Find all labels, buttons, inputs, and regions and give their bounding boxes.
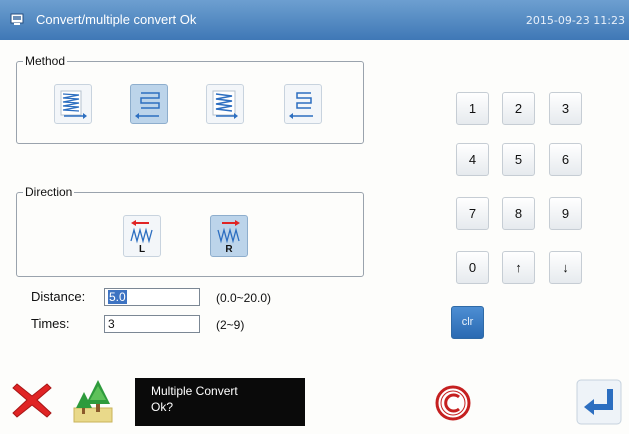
zigzag-tight-icon [212, 90, 238, 119]
tree-icon [73, 380, 113, 423]
method-convert-up-button[interactable] [54, 84, 92, 124]
enter-button[interactable] [576, 379, 622, 425]
message-box: Multiple Convert Ok? [135, 378, 305, 426]
key-2[interactable]: 2 [502, 92, 535, 125]
key-3[interactable]: 3 [549, 92, 582, 125]
key-down[interactable]: ↓ [549, 251, 582, 284]
key-5[interactable]: 5 [502, 143, 535, 176]
times-input[interactable]: 3 [104, 315, 200, 333]
title-bar: Convert/multiple convert Ok 2015-09-23 1… [0, 0, 629, 40]
loop-left-icon [135, 92, 160, 119]
window-title: Convert/multiple convert Ok [36, 12, 197, 27]
copyright-button[interactable] [434, 383, 472, 423]
times-label: Times: [31, 316, 70, 331]
direction-right-icon: R [217, 220, 240, 255]
key-0[interactable]: 0 [456, 251, 489, 284]
direction-left-button[interactable]: L [123, 215, 161, 257]
direction-label: Direction [25, 185, 73, 199]
cancel-button[interactable] [10, 376, 54, 422]
times-value: 3 [108, 317, 115, 331]
key-6[interactable]: 6 [549, 143, 582, 176]
message-line-1: Multiple Convert [151, 384, 238, 398]
zigzag-up-icon [60, 90, 87, 119]
enter-arrow-icon [576, 379, 622, 425]
loop-right-icon [289, 92, 313, 119]
message-line-2: Ok? [151, 400, 174, 414]
direction-left-icon: L [130, 220, 153, 255]
key-8[interactable]: 8 [502, 197, 535, 230]
distance-input[interactable]: 5.0 [104, 288, 200, 306]
key-9[interactable]: 9 [549, 197, 582, 230]
method-convert-right-button[interactable] [284, 84, 322, 124]
times-range: (2~9) [216, 318, 245, 332]
method-convert-up-alt-button[interactable] [206, 84, 244, 124]
method-label: Method [25, 54, 66, 68]
copyright-icon [435, 385, 471, 421]
key-1[interactable]: 1 [456, 92, 489, 125]
clear-button[interactable]: clr [451, 306, 484, 339]
key-4[interactable]: 4 [456, 143, 489, 176]
distance-label: Distance: [31, 289, 86, 304]
direction-group: Direction [16, 185, 364, 277]
pattern-button[interactable] [70, 374, 116, 426]
direction-right-button[interactable]: R [210, 215, 248, 257]
method-convert-left-button[interactable] [130, 84, 168, 124]
direction-left-letter: L [139, 244, 145, 255]
window-icon [10, 13, 24, 25]
datetime: 2015-09-23 11:23 [525, 14, 625, 27]
distance-value: 5.0 [108, 290, 127, 304]
close-icon [12, 383, 52, 418]
distance-range: (0.0~20.0) [216, 291, 272, 305]
key-up[interactable]: ↑ [502, 251, 535, 284]
key-7[interactable]: 7 [456, 197, 489, 230]
direction-right-letter: R [225, 244, 233, 255]
